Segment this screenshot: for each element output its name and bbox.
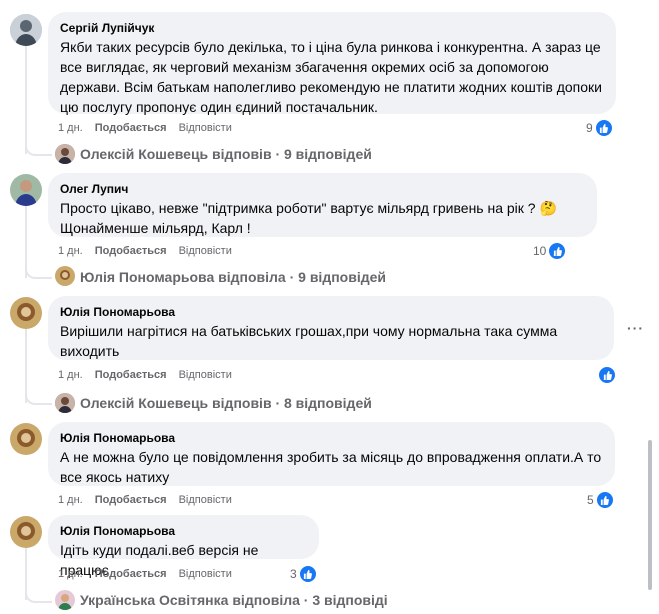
like-icon — [598, 366, 616, 384]
reaction-count[interactable]: 9 — [586, 119, 613, 137]
reaction-count[interactable]: 5 — [587, 491, 614, 509]
reply-button[interactable]: Відповісти — [179, 369, 232, 381]
comment-time[interactable]: 1 дн. — [58, 494, 83, 506]
avatar[interactable] — [55, 590, 75, 610]
comment-time[interactable]: 1 дн. — [58, 369, 83, 381]
comment-text: Щонайменше мільярд, Карл ! — [60, 220, 251, 236]
comment-author[interactable]: Олег Лупич — [60, 181, 585, 197]
comment-text: Просто цікаво, невже "підтримка роботи" … — [60, 200, 557, 216]
reaction-count-value: 5 — [587, 493, 594, 507]
reaction-count-value: 10 — [533, 244, 547, 258]
avatar[interactable] — [55, 266, 75, 286]
comment-meta: 1 дн. Подобається Відповісти — [58, 368, 244, 382]
thread-curve — [25, 582, 52, 603]
comment-author[interactable]: Юлія Пономарьова — [60, 304, 602, 320]
view-replies-link[interactable]: Юлія Пономарьова відповіла · 9 відповіде… — [80, 268, 386, 286]
thread-curve — [25, 384, 52, 405]
comment-text: А не можна було це повідомлення зробить … — [60, 449, 602, 485]
like-button[interactable]: Подобається — [95, 245, 167, 257]
view-replies-link[interactable]: Олексій Кошевець відповів · 9 відповідей — [80, 145, 372, 163]
view-replies-link[interactable]: Українська Освітянка відповіла · 3 відпо… — [80, 591, 388, 609]
comment-meta: 1 дн. Подобається Відповісти — [58, 493, 244, 507]
comment-time[interactable]: 1 дн. — [58, 568, 83, 580]
comment-author[interactable]: Юлія Пономарьова — [60, 523, 307, 539]
reply-button[interactable]: Відповісти — [179, 122, 232, 134]
comment-meta: 1 дн. Подобається Відповісти — [58, 567, 244, 581]
like-icon — [548, 242, 567, 260]
avatar[interactable] — [55, 144, 75, 164]
reaction-count-value: 9 — [586, 121, 593, 135]
view-replies-link[interactable]: Олексій Кошевець відповів · 8 відповідей — [80, 394, 372, 412]
comment-text: Вирішили нагрітися на батьківських гроша… — [60, 323, 558, 359]
comment-meta: 1 дн. Подобається Відповісти — [58, 244, 244, 258]
reaction-count[interactable]: 3 — [290, 565, 317, 583]
reply-button[interactable]: Відповісти — [179, 568, 232, 580]
like-button[interactable]: Подобається — [95, 494, 167, 506]
avatar[interactable] — [10, 423, 42, 455]
comment-bubble: Юлія Пономарьова А не можна було це пові… — [48, 422, 615, 486]
like-button[interactable]: Подобається — [95, 122, 167, 134]
more-options-icon[interactable]: ··· — [627, 320, 644, 336]
reaction-count[interactable]: 10 — [533, 242, 567, 260]
scrollbar[interactable] — [648, 440, 652, 590]
comment-bubble: Олег Лупич Просто цікаво, невже "підтрим… — [48, 173, 597, 237]
like-icon — [298, 565, 317, 583]
avatar[interactable] — [55, 393, 75, 413]
comment-author[interactable]: Сергій Лупійчук — [60, 20, 604, 36]
avatar[interactable] — [10, 516, 42, 548]
comment-bubble: Юлія Пономарьова Ідіть куди подалі.веб в… — [48, 515, 319, 578]
avatar[interactable] — [10, 297, 42, 329]
like-icon — [595, 491, 614, 509]
comment-bubble: Юлія Пономарьова Вирішили нагрітися на б… — [48, 296, 614, 360]
comment-time[interactable]: 1 дн. — [58, 122, 83, 134]
comment-author[interactable]: Юлія Пономарьова — [60, 430, 603, 446]
comment-meta: 1 дн. Подобається Відповісти — [58, 121, 244, 135]
comment-bubble: Сергій Лупійчук Якби таких ресурсів було… — [48, 12, 616, 115]
avatar[interactable] — [10, 14, 42, 46]
comment-time[interactable]: 1 дн. — [58, 245, 83, 257]
thread-curve — [25, 135, 52, 156]
avatar[interactable] — [10, 174, 42, 206]
thread-curve — [25, 258, 52, 279]
comment-text: Якби таких ресурсів було декілька, то і … — [60, 39, 602, 115]
reply-button[interactable]: Відповісти — [179, 245, 232, 257]
reaction-count[interactable] — [598, 366, 616, 384]
like-button[interactable]: Подобається — [95, 369, 167, 381]
reply-button[interactable]: Відповісти — [179, 494, 232, 506]
reaction-count-value: 3 — [290, 567, 297, 581]
like-icon — [594, 119, 613, 137]
like-button[interactable]: Подобається — [95, 568, 167, 580]
